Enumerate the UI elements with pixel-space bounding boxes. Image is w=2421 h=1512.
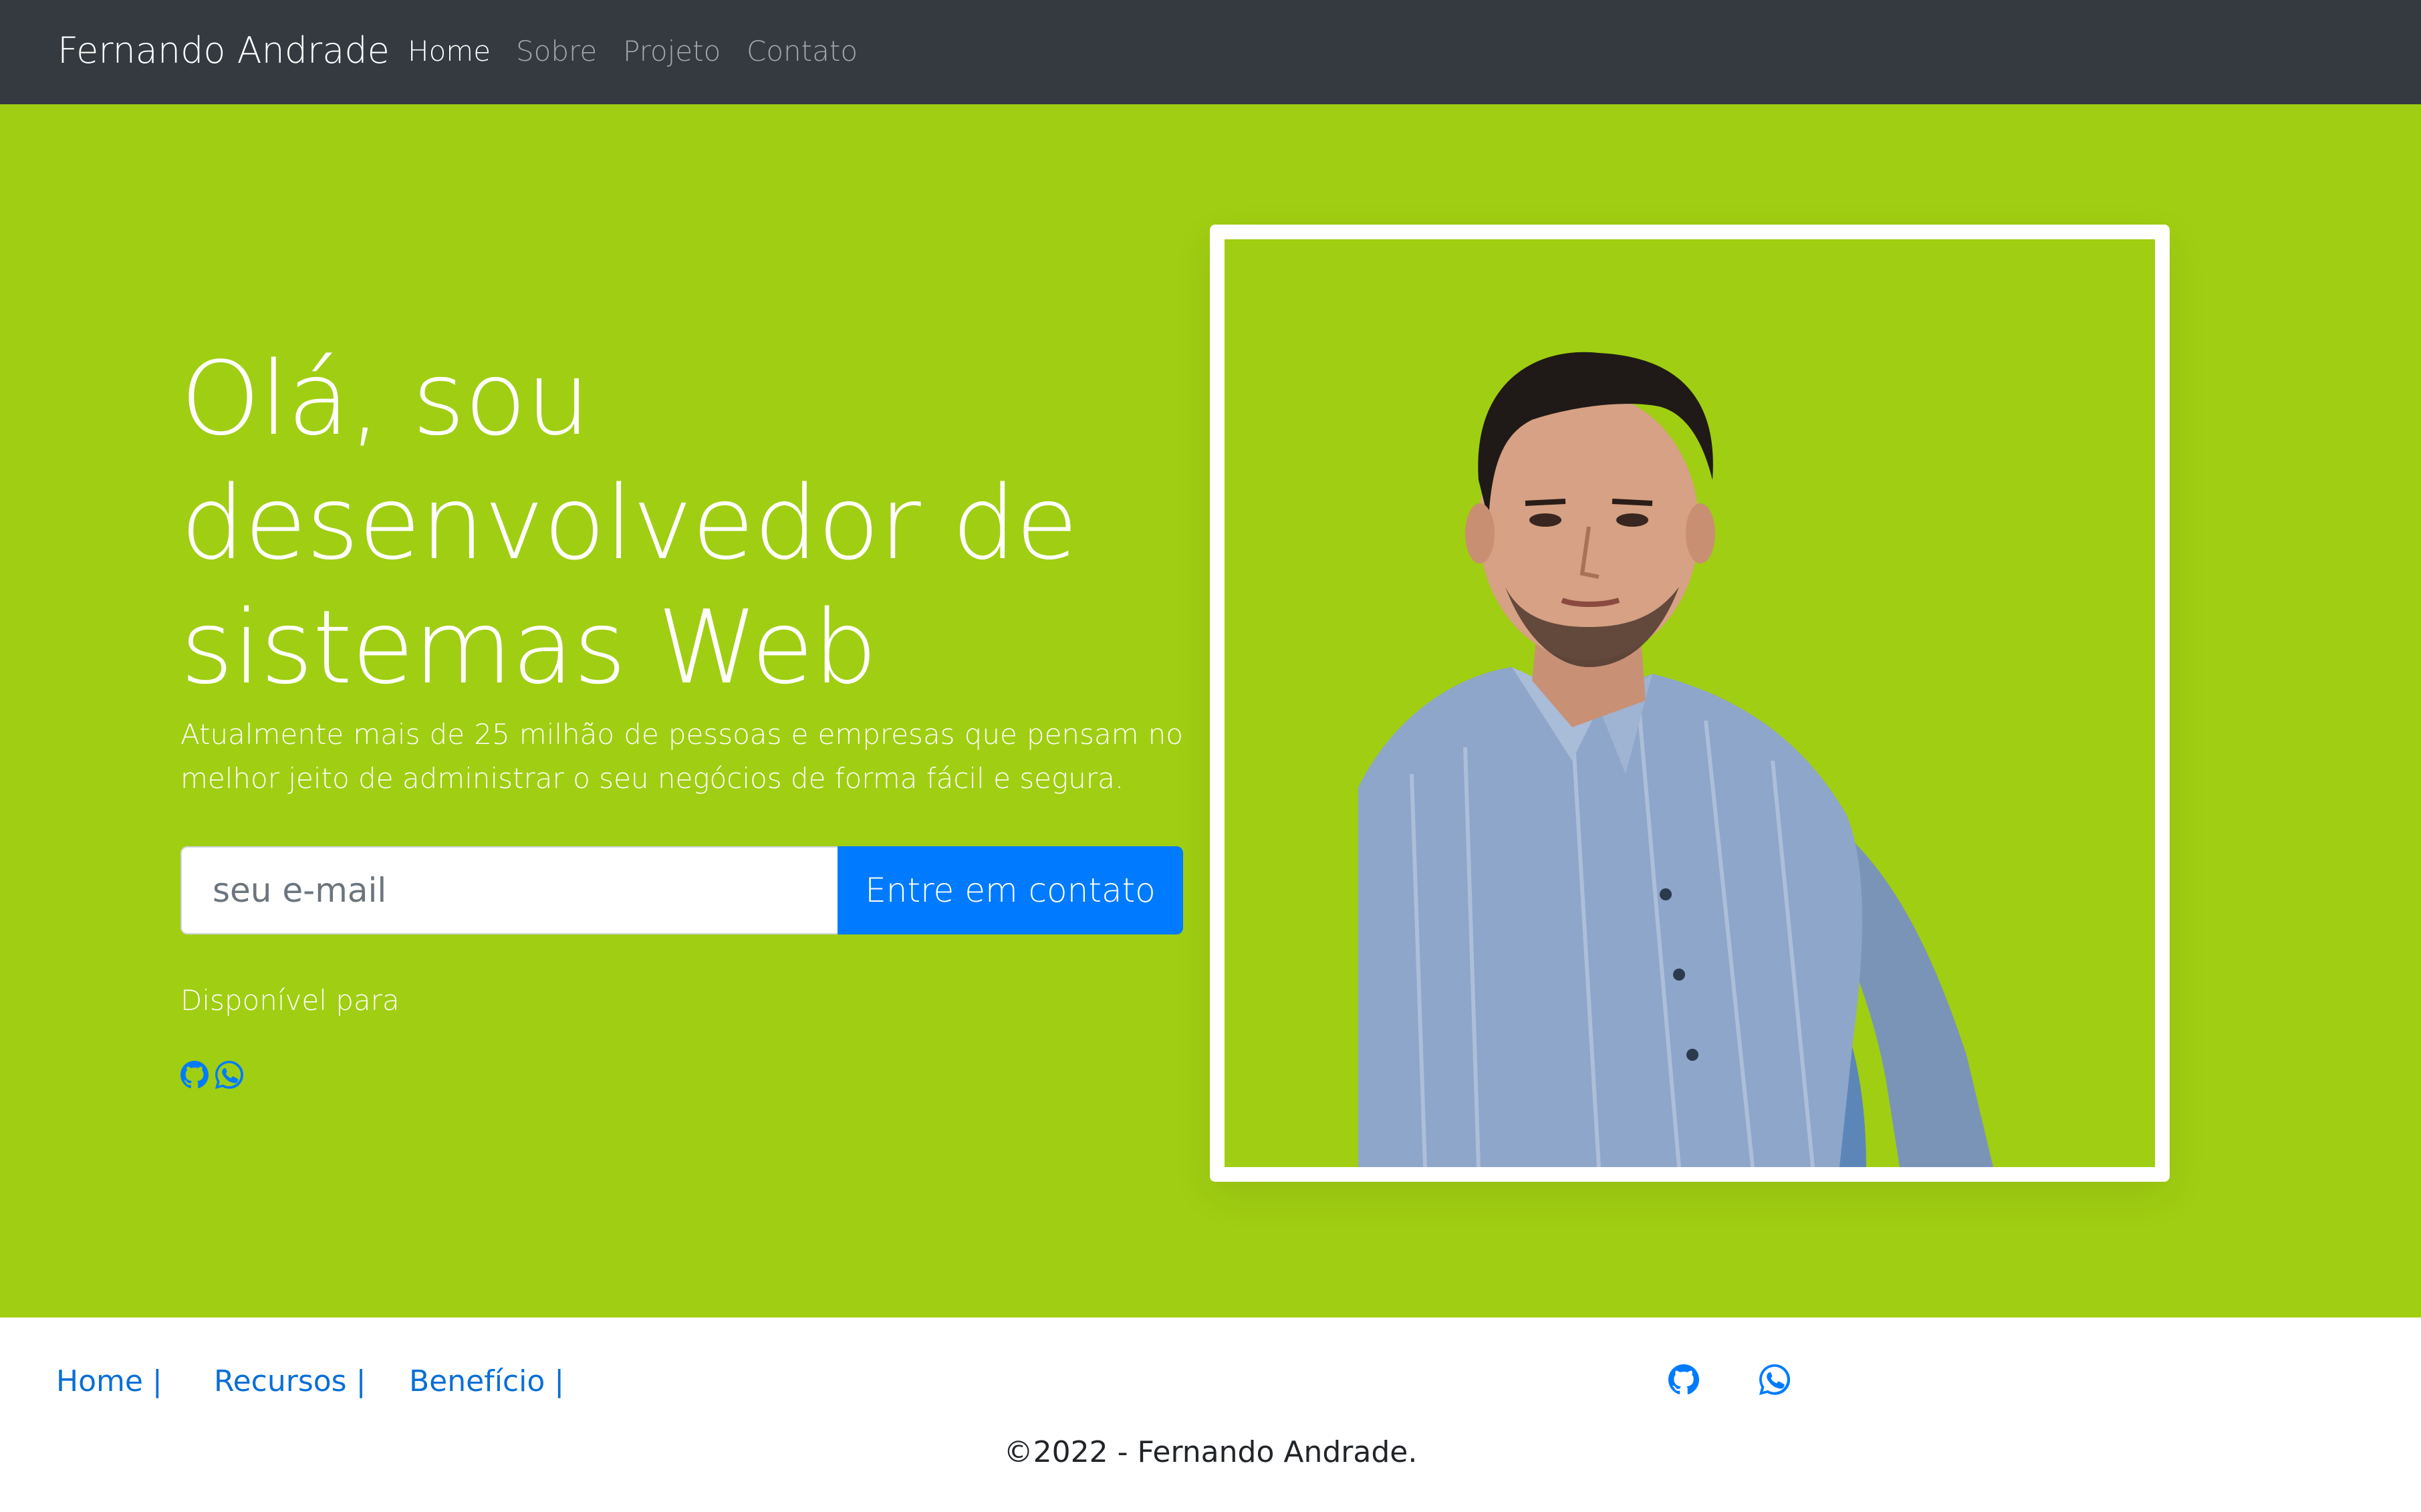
whatsapp-icon[interactable] <box>215 1061 243 1089</box>
hero-title-line: sistemas Web <box>180 588 878 707</box>
hero-section: Olá, sou desenvolvedor de sistemas Web A… <box>0 104 2421 1317</box>
nav-link-sobre[interactable]: Sobre <box>516 35 597 68</box>
top-navbar: Fernando Andrade Home Sobre Projeto Cont… <box>0 0 2421 104</box>
footer-link-recursos[interactable]: Recursos | <box>214 1364 366 1398</box>
nav-link-contato[interactable]: Contato <box>747 35 858 68</box>
github-icon[interactable] <box>1668 1364 1699 1395</box>
whatsapp-icon[interactable] <box>1759 1364 1790 1395</box>
hero-description: Atualmente mais de 25 milhão de pessoas … <box>180 718 1183 795</box>
email-input[interactable] <box>180 846 838 934</box>
copyright-text: ©2022 - Fernando Andrade. <box>1003 1435 1418 1469</box>
portrait-illustration <box>1225 239 2155 1167</box>
github-icon[interactable] <box>180 1061 209 1089</box>
hero-title-line: desenvolvedor de <box>180 464 1078 582</box>
footer-link-beneficio[interactable]: Benefício | <box>409 1364 564 1398</box>
nav-link-home[interactable]: Home <box>408 35 491 68</box>
hero-title-line: Olá, sou <box>180 340 590 458</box>
email-signup-form: Entre em contato <box>180 846 1183 934</box>
hero-social-icons <box>180 1061 243 1089</box>
hero-title: Olá, sou desenvolvedor de sistemas Web <box>180 337 1183 710</box>
nav-link-projeto[interactable]: Projeto <box>623 35 721 68</box>
profile-photo-frame <box>1210 225 2170 1182</box>
page-footer: Home | Recursos | Benefício | ©2022 - Fe… <box>0 1317 2421 1512</box>
profile-photo <box>1225 239 2155 1167</box>
footer-link-home[interactable]: Home | <box>56 1364 162 1398</box>
available-label: Disponível para <box>180 984 400 1017</box>
contact-button[interactable]: Entre em contato <box>838 846 1183 934</box>
navbar-brand[interactable]: Fernando Andrade <box>57 29 390 72</box>
